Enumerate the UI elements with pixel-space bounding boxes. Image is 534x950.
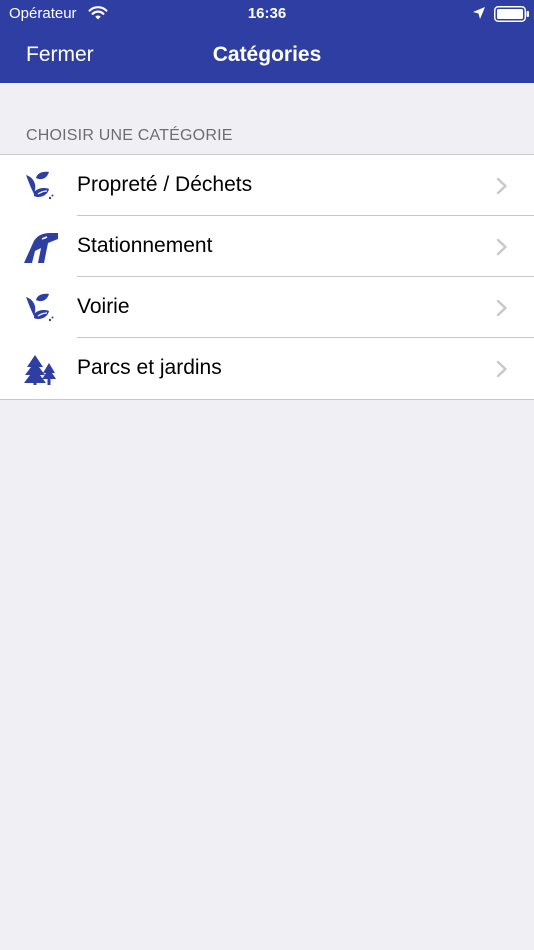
chevron-right-icon [496, 238, 507, 256]
leaf-broom-icon [26, 293, 54, 322]
battery-icon [494, 6, 529, 22]
category-list: Propreté / Déchets Stationnement Voirie … [0, 154, 534, 400]
road-icon [24, 233, 58, 263]
page-title: Catégories [212, 43, 322, 66]
location-arrow-icon [473, 7, 485, 19]
chevron-right-icon [496, 299, 507, 317]
category-label: Stationnement [77, 234, 213, 257]
chevron-right-icon [496, 177, 507, 195]
category-row-parcs[interactable]: Parcs et jardins [0, 338, 534, 399]
chevron-right-icon [496, 360, 507, 378]
category-label: Parcs et jardins [77, 356, 222, 379]
top-bar: Opérateur 16:36 Fermer Catégories [0, 0, 534, 83]
status-time: 16:36 [247, 5, 287, 22]
navigation-bar: Fermer Catégories [0, 28, 534, 83]
categories-screen: Opérateur 16:36 Fermer Catégories CHOISI… [0, 0, 534, 950]
status-bar: Opérateur 16:36 [0, 0, 534, 28]
category-row-stationnement[interactable]: Stationnement [0, 216, 534, 277]
category-row-proprete[interactable]: Propreté / Déchets [0, 155, 534, 216]
category-row-voirie[interactable]: Voirie [0, 277, 534, 338]
section-header: CHOISIR UNE CATÉGORIE [26, 127, 233, 144]
trees-icon [24, 355, 56, 385]
category-label: Propreté / Déchets [77, 173, 253, 196]
category-label: Voirie [77, 295, 130, 318]
leaf-broom-icon [26, 171, 54, 200]
